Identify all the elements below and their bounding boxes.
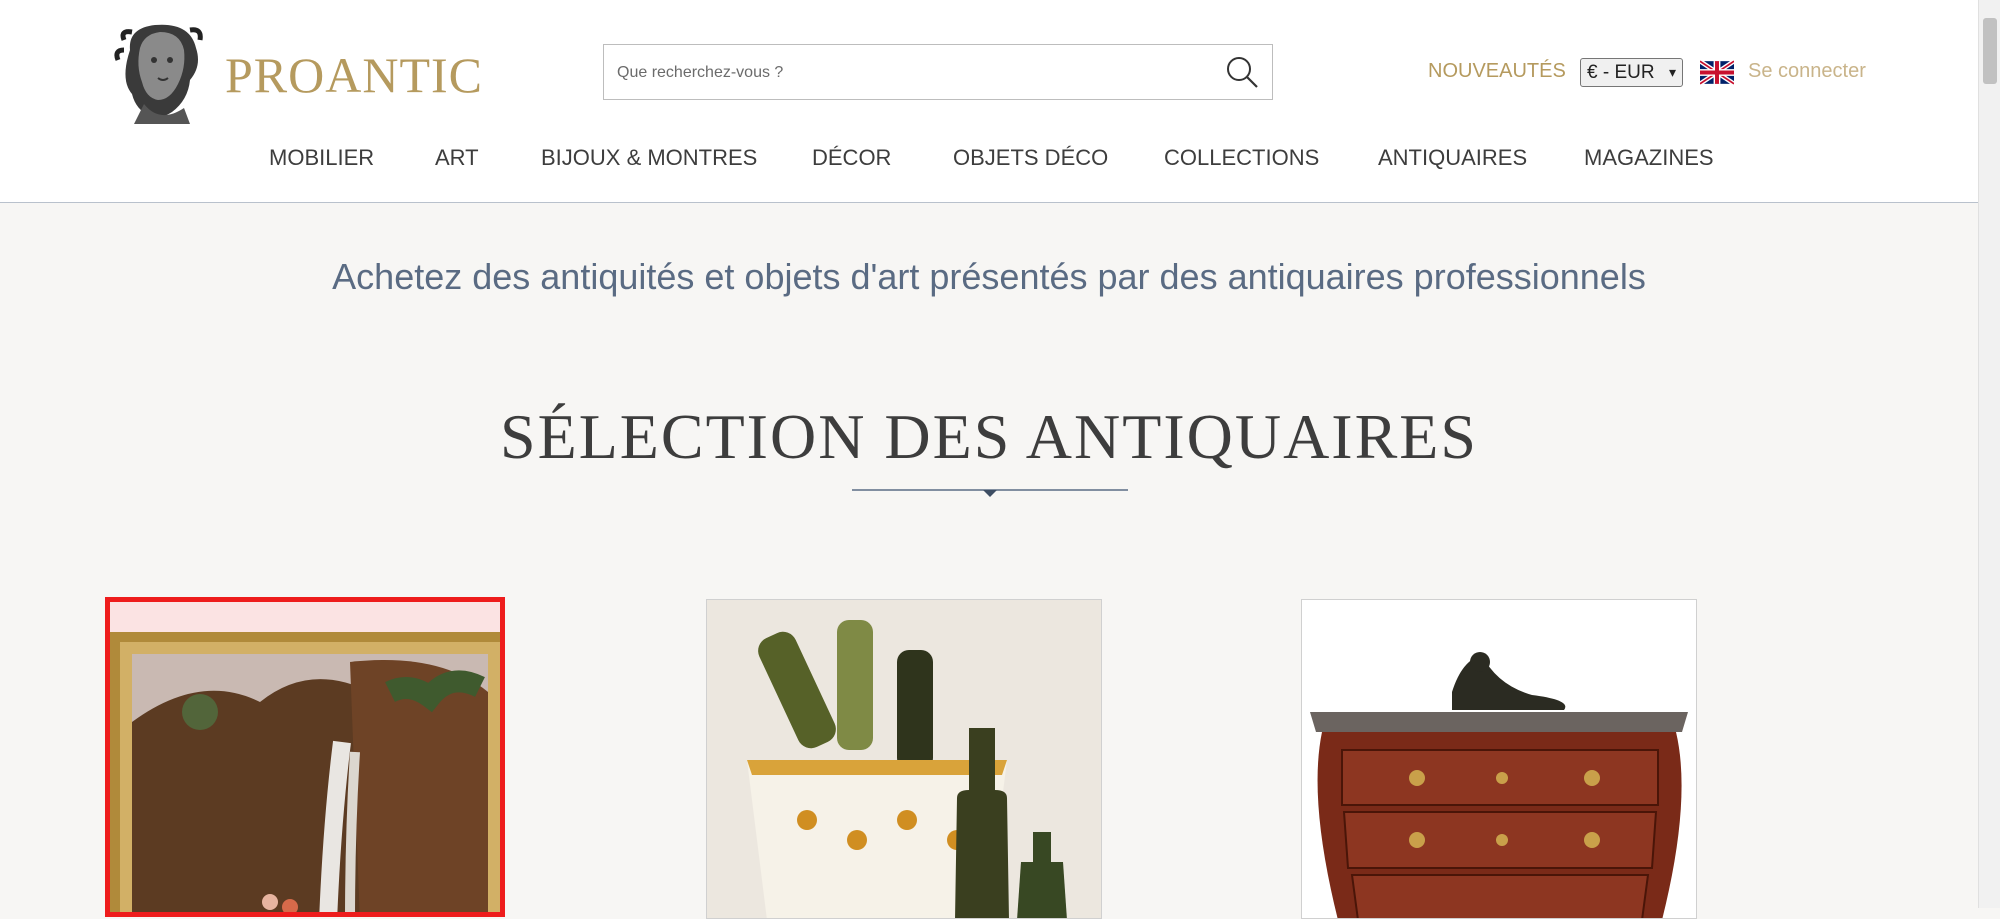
title-divider	[852, 489, 1128, 497]
nav-item-objets-deco[interactable]: OBJETS DÉCO	[953, 145, 1108, 171]
search-bar	[603, 44, 1273, 101]
currency-select[interactable]: € - EUR ▾	[1580, 58, 1683, 87]
login-link[interactable]: Se connecter	[1748, 60, 1866, 83]
product-card-painting[interactable]	[105, 597, 505, 917]
product-image	[110, 602, 500, 912]
news-link[interactable]: NOUVEAUTÉS	[1428, 60, 1566, 83]
site-header: PROANTIC NOUVEAUTÉS € - EUR ▾ Se connect…	[0, 0, 1978, 203]
search-icon[interactable]	[1224, 54, 1260, 90]
section-title: SÉLECTION DES ANTIQUAIRES	[500, 401, 1478, 472]
nav-item-collections[interactable]: COLLECTIONS	[1164, 145, 1319, 171]
logo-bust-icon[interactable]	[110, 20, 210, 124]
product-image	[1302, 600, 1696, 918]
nav-item-bijoux-montres[interactable]: BIJOUX & MONTRES	[541, 145, 757, 171]
product-card-wine-cooler[interactable]	[706, 599, 1102, 919]
chevron-down-icon: ▾	[1668, 64, 1676, 80]
main-nav: MOBILIER ART BIJOUX & MONTRES DÉCOR OBJE…	[0, 145, 1978, 185]
uk-flag-icon[interactable]	[1700, 60, 1734, 85]
brand-name[interactable]: PROANTIC	[225, 46, 483, 104]
currency-value: € - EUR	[1587, 62, 1655, 83]
nav-item-art[interactable]: ART	[435, 145, 479, 171]
product-image	[707, 600, 1101, 918]
vertical-scrollbar[interactable]	[1978, 0, 2000, 908]
nav-item-mobilier[interactable]: MOBILIER	[269, 145, 374, 171]
search-input[interactable]	[604, 45, 1219, 101]
scrollbar-thumb[interactable]	[1983, 18, 1997, 84]
product-card-commode[interactable]	[1301, 599, 1697, 919]
nav-item-decor[interactable]: DÉCOR	[812, 145, 891, 171]
hero-tagline: Achetez des antiquités et objets d'art p…	[332, 256, 1646, 297]
nav-item-magazines[interactable]: MAGAZINES	[1584, 145, 1714, 171]
nav-item-antiquaires[interactable]: ANTIQUAIRES	[1378, 145, 1527, 171]
